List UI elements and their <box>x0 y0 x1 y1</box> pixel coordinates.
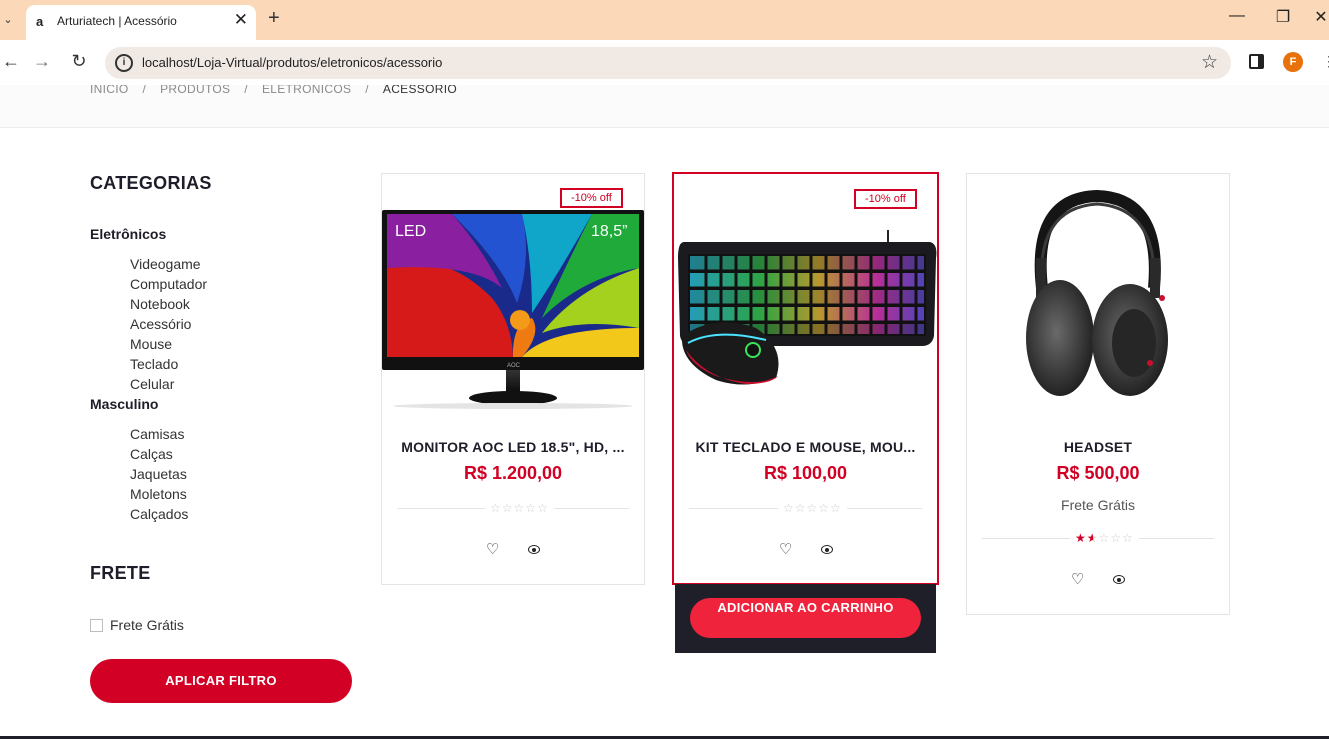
breadcrumb-separator: / <box>142 85 147 96</box>
address-bar[interactable]: i localhost/Loja-Virtual/produtos/eletro… <box>105 47 1231 79</box>
profile-icon[interactable]: F <box>1283 52 1303 72</box>
headset-image[interactable] <box>1012 188 1182 403</box>
category-group-eletronicos[interactable]: Eletrônicos <box>90 226 166 242</box>
category-item-camisas[interactable]: Camisas <box>130 426 184 442</box>
heart-icon[interactable]: ♡ <box>779 540 792 558</box>
product-price: R$ 100,00 <box>763 463 848 483</box>
category-item-teclado[interactable]: Teclado <box>130 356 178 372</box>
product-card-monitor[interactable]: -10% off LED 18,5” AOC MONITOR AOC LED 1… <box>381 173 645 585</box>
side-panel-icon[interactable] <box>1249 54 1264 69</box>
breadcrumb-link-inicio[interactable]: INÍCIO <box>90 85 128 96</box>
restore-icon[interactable]: ❐ <box>1271 7 1295 27</box>
eye-icon[interactable] <box>821 545 833 554</box>
product-name[interactable]: HEADSET <box>967 439 1229 455</box>
free-shipping-checkbox[interactable] <box>90 619 103 632</box>
bookmark-star-icon[interactable]: ☆ <box>1201 51 1218 74</box>
monitor-brand-label: AOC <box>507 363 521 369</box>
minimize-icon[interactable]: — <box>1225 7 1249 25</box>
breadcrumb-separator: / <box>365 85 369 96</box>
discount-badge: -10% off <box>854 189 917 209</box>
eye-icon[interactable] <box>528 545 540 554</box>
category-item-videogame[interactable]: Videogame <box>130 256 201 272</box>
breadcrumb-current: ACESSÓRIO <box>382 85 457 96</box>
eye-icon[interactable] <box>1113 575 1125 584</box>
product-price: R$ 500,00 <box>1056 463 1140 483</box>
category-item-acessorio[interactable]: Acessório <box>130 316 191 332</box>
monitor-image[interactable]: LED 18,5” AOC <box>382 208 644 413</box>
browser-tab-active[interactable]: a Arturiatech | Acessório ✕ <box>26 5 256 40</box>
product-price: R$ 1.200,00 <box>463 463 563 483</box>
site-favicon-icon: a <box>36 14 44 29</box>
category-item-notebook[interactable]: Notebook <box>130 296 190 312</box>
browser-tab-bar: ⌄ a Arturiatech | Acessório ✕ + — ❐ ✕ <box>0 0 1329 40</box>
rating-stars: ☆☆☆☆☆ <box>485 501 554 515</box>
reload-icon[interactable]: ↻ <box>68 51 90 72</box>
breadcrumb-separator: / <box>244 85 248 96</box>
heart-icon[interactable]: ♡ <box>486 540 499 558</box>
shipping-heading: FRETE <box>90 563 151 583</box>
product-name[interactable]: MONITOR AOC LED 18.5", HD, ... <box>382 439 644 455</box>
breadcrumb: INÍCIO / PRODUTOS / ELETRÔNICOS / ACESSÓRIO <box>90 85 457 96</box>
free-shipping-text: Frete Grátis <box>1061 497 1135 513</box>
category-item-jaquetas[interactable]: Jaquetas <box>130 466 187 482</box>
category-group-masculino[interactable]: Masculino <box>90 396 158 412</box>
add-to-cart-button[interactable]: ADICIONAR AO CARRINHO <box>690 598 921 638</box>
monitor-led-label: LED <box>395 223 426 240</box>
category-item-celular[interactable]: Celular <box>130 376 174 392</box>
category-item-computador[interactable]: Computador <box>130 276 207 292</box>
category-item-calcas[interactable]: Calças <box>130 446 173 462</box>
discount-badge: -10% off <box>560 188 623 208</box>
apply-filter-button[interactable]: APLICAR FILTRO <box>90 659 352 703</box>
tab-title: Arturiatech | Acessório <box>57 14 177 28</box>
tab-list-icon[interactable]: ⌄ <box>0 8 16 32</box>
close-icon[interactable]: ✕ <box>234 10 248 30</box>
url-text[interactable]: localhost/Loja-Virtual/produtos/eletroni… <box>142 55 442 70</box>
browser-toolbar: ← → ↻ i localhost/Loja-Virtual/produtos/… <box>0 40 1329 85</box>
product-card-headset[interactable]: HEADSET R$ 500,00 Frete Grátis ★★☆☆☆ ♡ <box>966 173 1230 615</box>
category-item-calcados[interactable]: Calçados <box>130 506 188 522</box>
menu-icon[interactable]: ⋮ <box>1322 53 1329 70</box>
heart-icon[interactable]: ♡ <box>1071 570 1084 588</box>
site-info-icon[interactable]: i <box>115 54 133 72</box>
rating-stars: ☆☆☆☆☆ <box>778 501 847 515</box>
categories-heading: CATEGORIAS <box>90 173 212 193</box>
forward-icon[interactable]: → <box>31 51 53 72</box>
monitor-size-label: 18,5” <box>591 223 627 240</box>
breadcrumb-link-produtos[interactable]: PRODUTOS <box>160 85 230 96</box>
keyboard-mouse-image[interactable] <box>676 228 938 393</box>
add-to-cart-panel: ADICIONAR AO CARRINHO <box>675 584 936 653</box>
breadcrumb-section: INÍCIO / PRODUTOS / ELETRÔNICOS / ACESSÓRIO <box>0 85 1329 128</box>
breadcrumb-link-eletronicos[interactable]: ELETRÔNICOS <box>262 85 351 96</box>
category-item-moletons[interactable]: Moletons <box>130 486 187 502</box>
product-name[interactable]: KIT TECLADO E MOUSE, MOU... <box>674 439 937 455</box>
window-close-icon[interactable]: ✕ <box>1313 7 1329 27</box>
free-shipping-label[interactable]: Frete Grátis <box>110 617 184 633</box>
rating-stars: ★★☆☆☆ <box>1070 531 1139 545</box>
back-icon[interactable]: ← <box>0 51 22 72</box>
category-item-mouse[interactable]: Mouse <box>130 336 172 352</box>
product-card-keyboard-mouse[interactable]: -10% off KIT TECLADO E MOUSE, MOU... R$ … <box>672 172 939 585</box>
plus-icon[interactable]: + <box>268 7 280 30</box>
